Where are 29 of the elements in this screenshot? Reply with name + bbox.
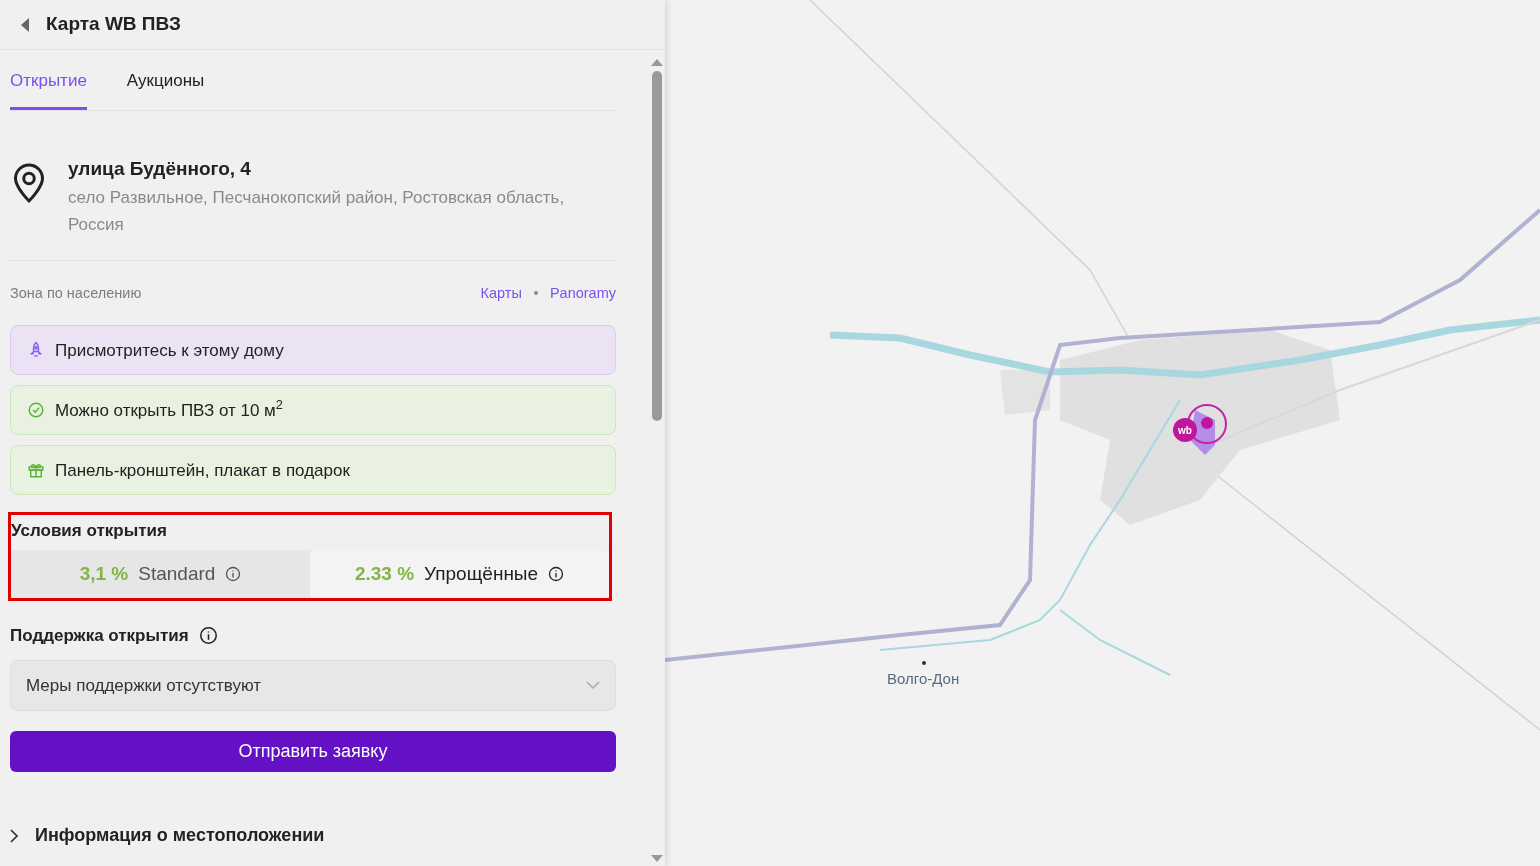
notice-text: Можно открыть ПВЗ от 10 м$^{2}$: [55, 397, 283, 422]
map-link[interactable]: Карты: [480, 282, 522, 305]
page-title: Карта WB ПВЗ: [46, 12, 181, 37]
chevron-down-icon: [586, 681, 600, 691]
location-info-toggle[interactable]: Информация о местоположении: [10, 822, 616, 850]
scrollbar-thumb[interactable]: [652, 71, 662, 421]
rocket-icon: [27, 341, 45, 360]
tab[interactable]: Открытие: [10, 68, 87, 110]
info-icon[interactable]: [198, 626, 218, 645]
condition-option[interactable]: 2.33 % Упрощённые: [310, 549, 609, 598]
notice-text: Присмотритесь к этому дому: [55, 339, 284, 362]
section-title: Поддержка открытия: [10, 624, 189, 647]
address-locality: село Развильное, Песчанокопский район, Ростовская область, Россия: [68, 186, 566, 236]
zone-label: Зона по населению: [10, 283, 142, 303]
support-dropdown[interactable]: Меры поддержки отсутствуют: [10, 660, 616, 712]
place-label: Волго-Дон: [887, 669, 960, 689]
gift-icon: [27, 461, 45, 480]
submit-button[interactable]: Отправить заявку: [10, 731, 616, 773]
check-circle-icon: [27, 401, 45, 420]
section-title: Условия открытия: [11, 520, 168, 543]
back-icon[interactable]: [20, 17, 30, 32]
map-link[interactable]: Panoramy: [549, 282, 616, 305]
notice-text: Панель-кронштейн, плакат в подарок: [55, 459, 350, 482]
address-street: улица Будённого, 4: [68, 156, 252, 181]
info-icon[interactable]: [548, 565, 565, 582]
tab[interactable]: Аукционы: [126, 68, 205, 110]
scrollbar[interactable]: [649, 50, 665, 866]
chevron-icon: [10, 828, 19, 843]
info-icon[interactable]: [225, 565, 242, 582]
